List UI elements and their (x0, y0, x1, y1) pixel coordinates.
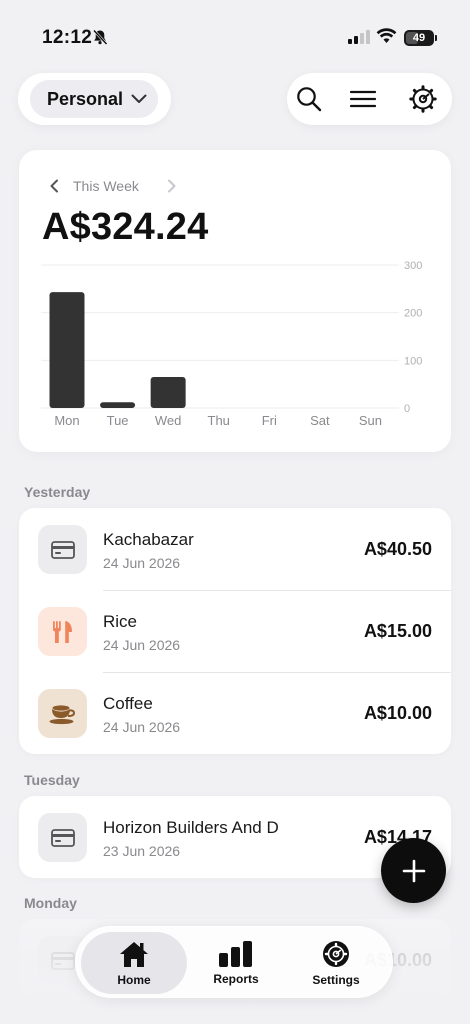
tab-reports[interactable]: Reports (183, 932, 289, 994)
transaction-amount: A$10.00 (363, 703, 432, 723)
coffee-icon (49, 703, 77, 725)
transaction-date: 24 Jun 2026 (103, 719, 181, 735)
transaction-amount: A$15.00 (363, 621, 432, 641)
cellular-signal-icon (348, 30, 370, 49)
tab-settings[interactable]: Settings (283, 932, 389, 994)
x-tick-label: Wed (155, 413, 182, 428)
chart-bar-tue[interactable] (100, 402, 136, 408)
bar-chart-icon (219, 940, 253, 967)
gear-icon (322, 940, 350, 968)
profile-selector[interactable]: Personal (30, 80, 158, 118)
x-tick-label: Sun (359, 413, 382, 428)
x-tick-label: Fri (262, 413, 277, 428)
status-bar: 12:12 49 (0, 0, 470, 70)
gear-icon (409, 85, 437, 113)
search-icon (296, 86, 322, 112)
tab-home-label: Home (117, 972, 151, 987)
settings-button[interactable] (409, 85, 437, 113)
plus-icon (402, 859, 426, 883)
section-title: Tuesday (24, 772, 80, 788)
menu-lines-icon (350, 90, 376, 108)
weekly-summary-card: This Week A$324.24 0 100 200 300 Mon Tue Wed Th… (19, 150, 451, 452)
card-icon (50, 540, 75, 559)
search-button[interactable] (295, 85, 323, 113)
transaction-name: Kachabazar (103, 530, 194, 549)
transaction-row[interactable]: Kachabazar 24 Jun 2026 A$40.50 (19, 508, 451, 590)
x-tick-label: Mon (54, 413, 79, 428)
chevron-down-icon (131, 94, 147, 104)
transaction-date: 23 Jun 2026 (103, 843, 181, 859)
battery-level: 49 (412, 32, 426, 44)
transaction-name: Horizon Builders And D (103, 818, 279, 837)
x-tick-label: Sat (310, 413, 330, 428)
y-tick-label: 300 (404, 260, 422, 272)
x-tick-label: Tue (107, 413, 129, 428)
fork-knife-icon (52, 620, 73, 644)
transaction-name: Coffee (103, 694, 153, 713)
chart-bar-wed[interactable] (150, 377, 186, 408)
tab-reports-label: Reports (213, 971, 259, 986)
silent-bell-icon (92, 29, 108, 51)
chart-bar-mon[interactable] (49, 292, 85, 408)
x-tick-label: Thu (208, 413, 230, 428)
filter-menu-button[interactable] (349, 85, 377, 113)
transaction-category (38, 525, 87, 574)
weekly-spending-chart: 0 100 200 300 Mon Tue Wed Thu Fri Sat Sun (41, 260, 422, 428)
section-title: Monday (24, 895, 77, 911)
y-tick-label: 100 (404, 355, 422, 367)
profile-label: Personal (47, 88, 124, 109)
header-tools (287, 73, 452, 125)
house-icon (118, 940, 150, 968)
section-title: Yesterday (24, 484, 91, 500)
transaction-date: 24 Jun 2026 (103, 555, 181, 571)
transaction-category (38, 813, 87, 862)
transaction-amount: A$40.50 (363, 539, 432, 559)
battery-indicator: 49 (404, 30, 437, 46)
card-icon (50, 828, 75, 847)
transaction-list: Kachabazar 24 Jun 2026 A$40.50 Rice 24 Jun 2… (19, 508, 451, 754)
tab-home[interactable]: Home (81, 932, 187, 994)
status-time: 12:12 (42, 27, 93, 48)
transaction-category (38, 689, 87, 738)
transaction-row[interactable]: Rice 24 Jun 2026 A$15.00 (19, 590, 451, 672)
y-tick-label: 0 (404, 403, 410, 415)
transaction-row[interactable]: Coffee 24 Jun 2026 A$10.00 (19, 672, 451, 754)
transaction-category (38, 607, 87, 656)
transaction-name: Rice (103, 612, 138, 631)
tab-settings-label: Settings (312, 972, 360, 987)
profile-switcher[interactable]: Personal (18, 73, 171, 125)
y-tick-label: 200 (404, 308, 422, 320)
add-transaction-button[interactable] (381, 838, 446, 903)
tab-bar: Home Reports Settings (75, 926, 393, 998)
transaction-date: 24 Jun 2026 (103, 637, 181, 653)
wifi-icon (376, 28, 397, 49)
